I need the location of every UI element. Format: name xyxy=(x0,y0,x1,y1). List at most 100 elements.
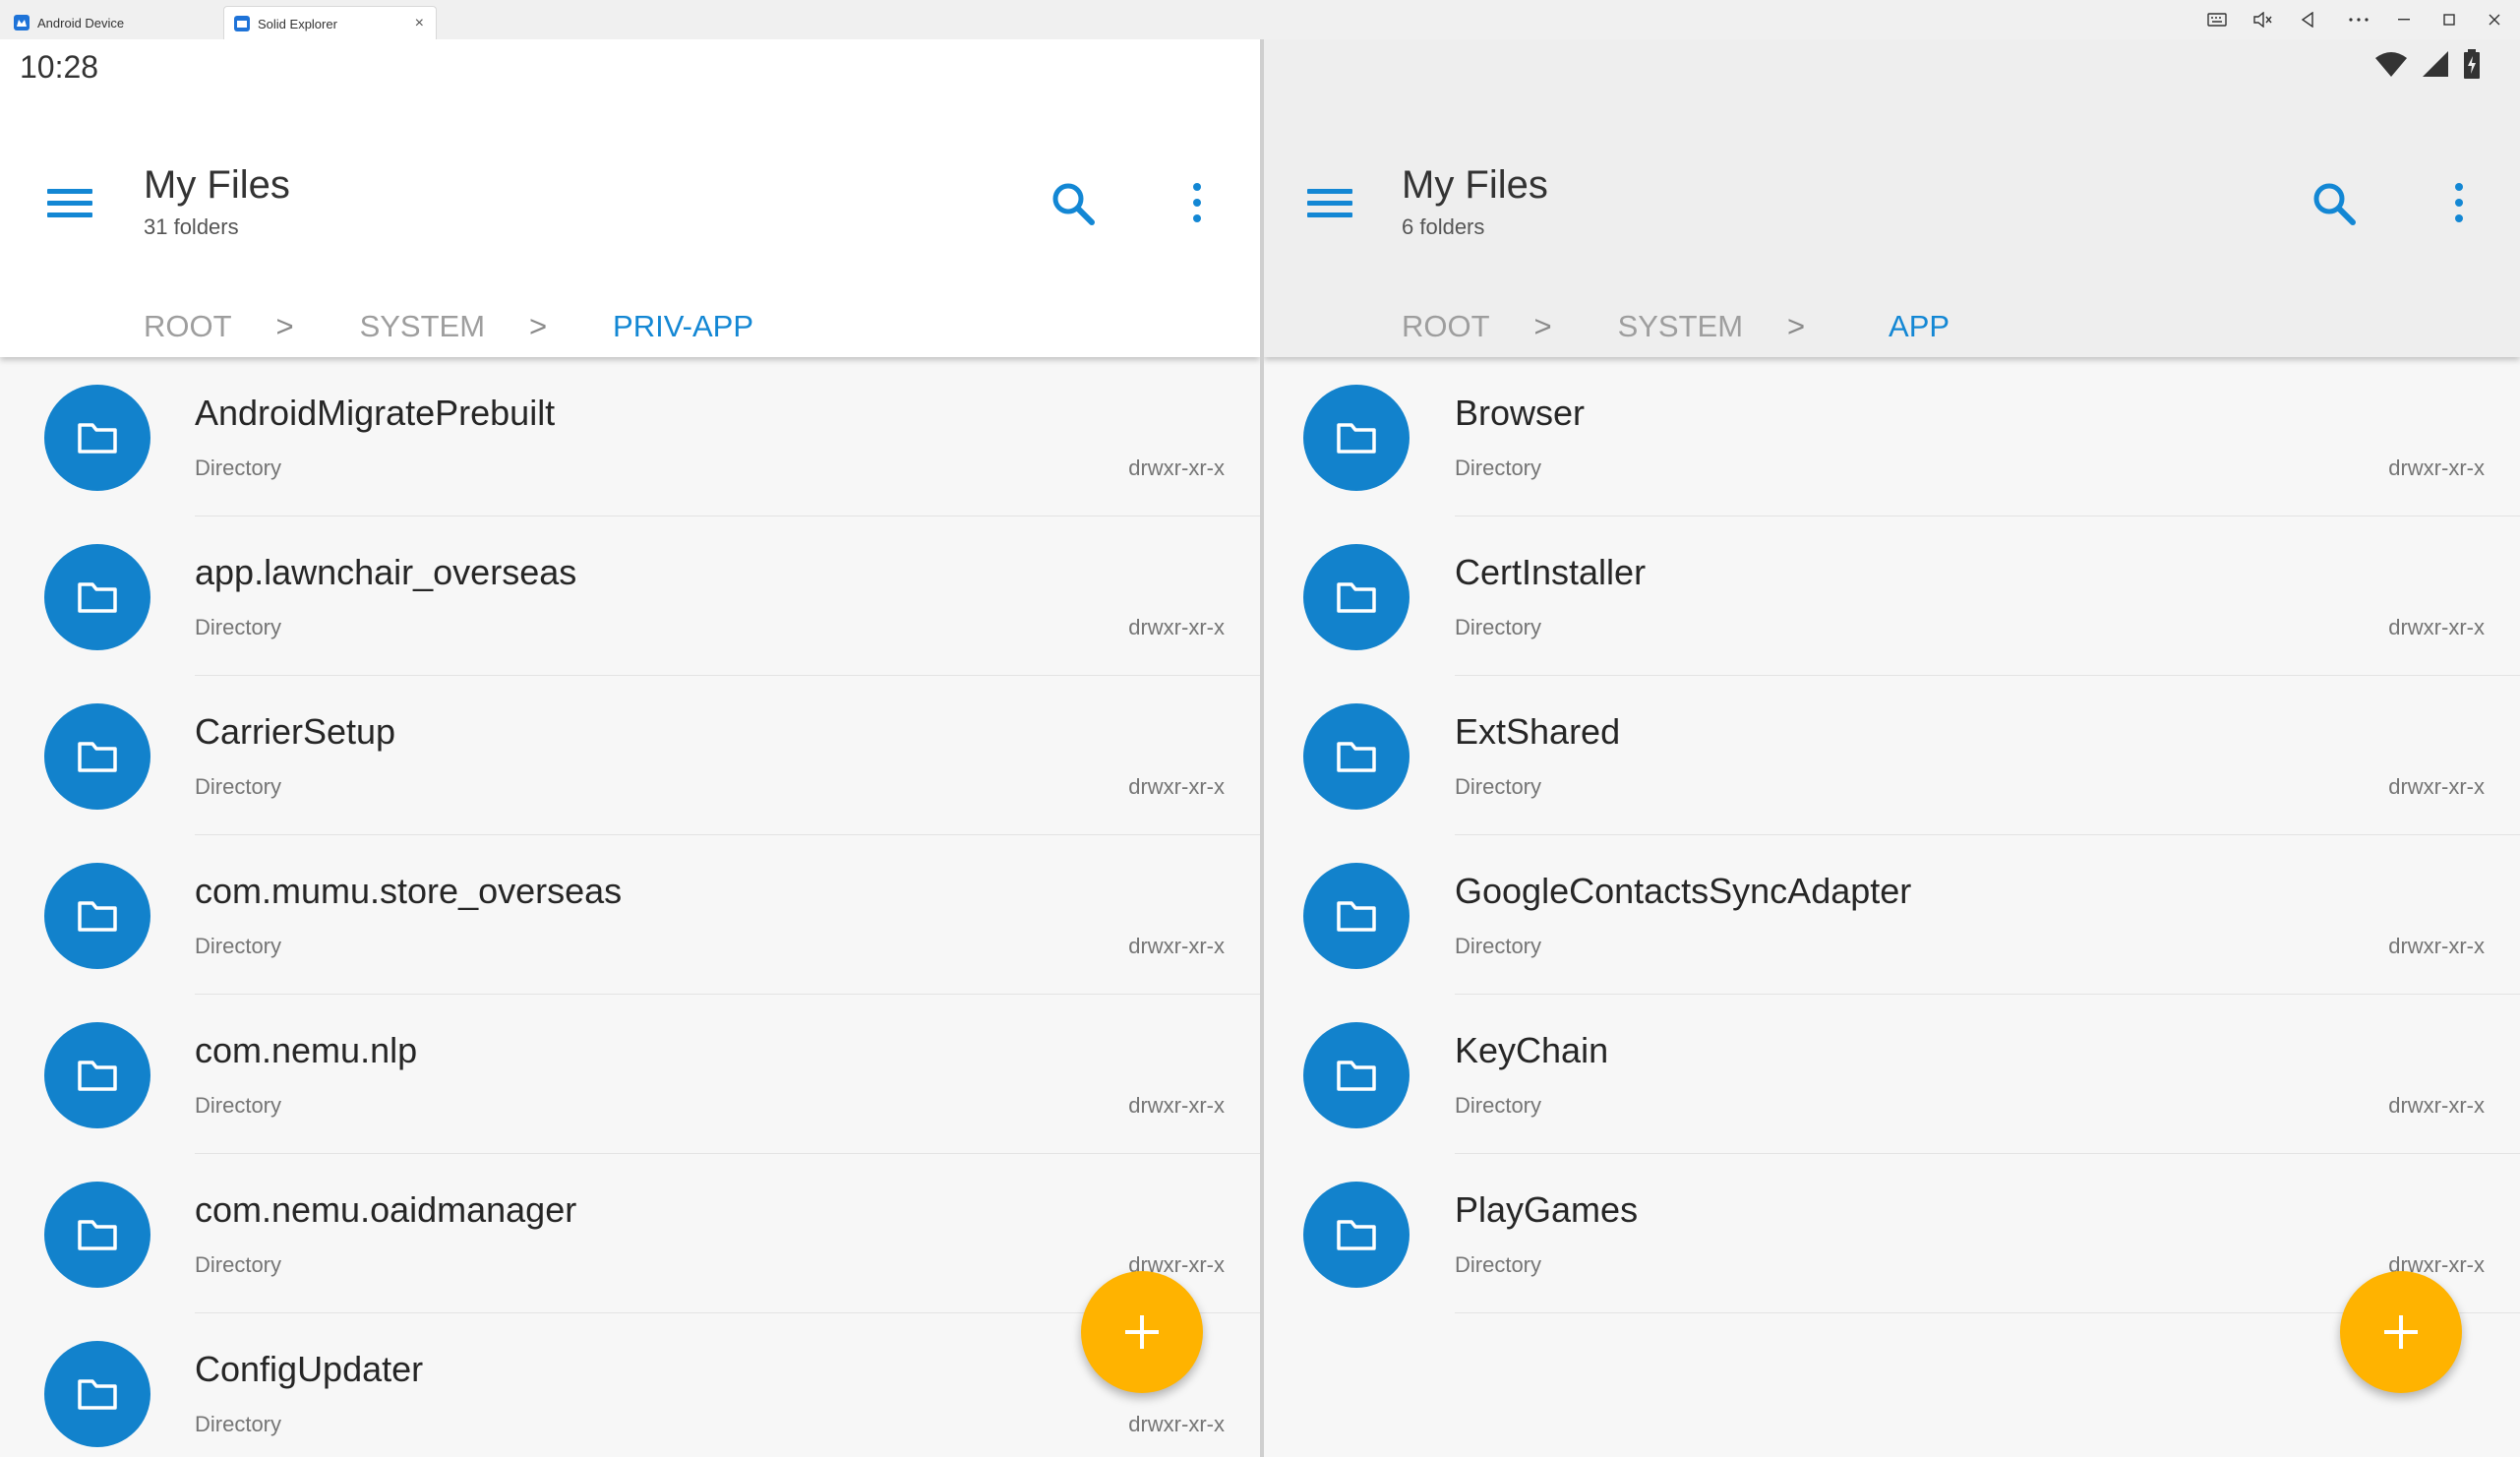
file-list: AndroidMigratePrebuilt Directory drwxr-x… xyxy=(0,357,1260,1457)
list-item[interactable]: PlayGames Directory drwxr-xr-x xyxy=(1264,1154,2520,1313)
item-name: CarrierSetup xyxy=(195,711,396,752)
breadcrumb: ROOT > SYSTEM > PRIV-APP xyxy=(144,307,753,346)
battery-charging-icon xyxy=(2464,49,2480,79)
folder-icon xyxy=(44,385,150,491)
more-icon[interactable] xyxy=(2339,6,2378,33)
item-type: Directory xyxy=(1455,1252,1542,1277)
add-fab-button[interactable] xyxy=(1081,1271,1203,1393)
item-permissions: drwxr-xr-x xyxy=(1128,774,1225,799)
item-name: KeyChain xyxy=(1455,1030,1609,1070)
close-icon[interactable] xyxy=(2475,6,2514,33)
folder-icon xyxy=(44,1341,150,1447)
item-type: Directory xyxy=(195,1093,282,1118)
folder-icon xyxy=(1303,863,1410,969)
back-icon[interactable] xyxy=(2288,6,2327,33)
status-icons xyxy=(2374,49,2481,79)
item-name: AndroidMigratePrebuilt xyxy=(195,393,556,433)
list-item[interactable]: AndroidMigratePrebuilt Directory drwxr-x… xyxy=(0,357,1260,516)
item-name: com.nemu.oaidmanager xyxy=(195,1189,577,1230)
list-item[interactable]: com.nemu.oaidmanager Directory drwxr-xr-… xyxy=(0,1154,1260,1313)
list-item[interactable]: ExtShared Directory drwxr-xr-x xyxy=(1264,676,2520,835)
breadcrumb-system[interactable]: SYSTEM xyxy=(360,309,485,344)
list-item[interactable]: app.lawnchair_overseas Directory drwxr-x… xyxy=(0,516,1260,676)
menu-icon[interactable] xyxy=(47,183,94,222)
right-pane: My Files 6 folders ROOT > SYSTEM > APP B… xyxy=(1264,39,2520,1457)
mute-icon[interactable] xyxy=(2243,6,2282,33)
item-name: PlayGames xyxy=(1455,1189,1639,1230)
file-list: Browser Directory drwxr-xr-x CertInstall… xyxy=(1264,357,2520,1313)
keyboard-icon[interactable] xyxy=(2197,6,2237,33)
status-bar-time: 10:28 xyxy=(20,49,99,85)
app-bar: My Files 6 folders ROOT > SYSTEM > APP xyxy=(1264,39,2520,357)
item-permissions: drwxr-xr-x xyxy=(1128,1093,1225,1118)
breadcrumb-root[interactable]: ROOT xyxy=(144,309,232,344)
folder-icon xyxy=(1303,1182,1410,1288)
item-type: Directory xyxy=(1455,615,1542,639)
search-icon[interactable] xyxy=(1049,179,1098,228)
item-permissions: drwxr-xr-x xyxy=(2388,1093,2485,1118)
chevron-right-icon: > xyxy=(1533,309,1552,343)
breadcrumb-priv-app[interactable]: PRIV-APP xyxy=(613,309,753,344)
list-item[interactable]: CertInstaller Directory drwxr-xr-x xyxy=(1264,516,2520,676)
list-item[interactable]: Browser Directory drwxr-xr-x xyxy=(1264,357,2520,516)
item-type: Directory xyxy=(1455,1093,1542,1118)
wifi-icon xyxy=(2375,52,2407,77)
list-item[interactable]: CarrierSetup Directory drwxr-xr-x xyxy=(0,676,1260,835)
item-name: ExtShared xyxy=(1455,711,1621,752)
item-permissions: drwxr-xr-x xyxy=(2388,615,2485,639)
plus-icon xyxy=(2384,1315,2418,1349)
item-name: CertInstaller xyxy=(1455,552,1647,592)
close-tab-icon[interactable]: × xyxy=(415,15,424,32)
folder-icon xyxy=(1303,385,1410,491)
item-type: Directory xyxy=(195,1412,282,1436)
item-name: com.nemu.nlp xyxy=(195,1030,418,1070)
breadcrumb-root[interactable]: ROOT xyxy=(1402,309,1490,344)
app-icon xyxy=(14,15,30,30)
search-icon[interactable] xyxy=(2310,179,2359,228)
chevron-right-icon: > xyxy=(528,309,548,343)
item-type: Directory xyxy=(1455,774,1542,799)
item-permissions: drwxr-xr-x xyxy=(1128,615,1225,639)
item-type: Directory xyxy=(195,774,282,799)
tab-android-device[interactable]: Android Device xyxy=(0,6,221,39)
chevron-right-icon: > xyxy=(1786,309,1806,343)
app-icon xyxy=(234,16,250,31)
list-item[interactable]: GoogleContactsSyncAdapter Directory drwx… xyxy=(1264,835,2520,995)
signal-icon xyxy=(2423,51,2448,77)
item-name: Browser xyxy=(1455,393,1586,433)
item-name: app.lawnchair_overseas xyxy=(195,552,577,592)
item-permissions: drwxr-xr-x xyxy=(1128,455,1225,480)
menu-icon[interactable] xyxy=(1307,183,1354,222)
list-item[interactable]: com.mumu.store_overseas Directory drwxr-… xyxy=(0,835,1260,995)
item-type: Directory xyxy=(195,615,282,639)
folder-icon xyxy=(1303,544,1410,650)
list-item[interactable]: KeyChain Directory drwxr-xr-x xyxy=(1264,995,2520,1154)
maximize-icon[interactable] xyxy=(2430,6,2469,33)
add-fab-button[interactable] xyxy=(2340,1271,2462,1393)
tab-solid-explorer[interactable]: Solid Explorer × xyxy=(223,6,437,40)
overflow-menu-icon[interactable] xyxy=(2449,183,2469,226)
item-type: Directory xyxy=(195,455,282,480)
tab-label: Solid Explorer xyxy=(258,16,337,31)
app-bar: 10:28 My Files 31 folders ROOT > SYSTEM … xyxy=(0,39,1260,357)
folder-icon xyxy=(44,703,150,810)
item-name: com.mumu.store_overseas xyxy=(195,871,623,911)
page-title: My Files xyxy=(1402,163,1548,207)
tab-label: Android Device xyxy=(37,15,125,30)
list-item[interactable]: ConfigUpdater Directory drwxr-xr-x xyxy=(0,1313,1260,1457)
breadcrumb-system[interactable]: SYSTEM xyxy=(1618,309,1743,344)
folder-icon xyxy=(44,1022,150,1128)
item-type: Directory xyxy=(195,934,282,958)
left-pane: 10:28 My Files 31 folders ROOT > SYSTEM … xyxy=(0,39,1260,1457)
item-type: Directory xyxy=(1455,934,1542,958)
item-name: ConfigUpdater xyxy=(195,1349,424,1389)
folder-count: 31 folders xyxy=(144,214,239,239)
overflow-menu-icon[interactable] xyxy=(1187,183,1207,226)
window-titlebar: Android Device Solid Explorer × xyxy=(0,0,2520,40)
minimize-icon[interactable] xyxy=(2384,6,2424,33)
page-title: My Files xyxy=(144,163,290,207)
folder-icon xyxy=(1303,1022,1410,1128)
breadcrumb-app[interactable]: APP xyxy=(1889,309,1950,344)
list-item[interactable]: com.nemu.nlp Directory drwxr-xr-x xyxy=(0,995,1260,1154)
folder-count: 6 folders xyxy=(1402,214,1485,239)
